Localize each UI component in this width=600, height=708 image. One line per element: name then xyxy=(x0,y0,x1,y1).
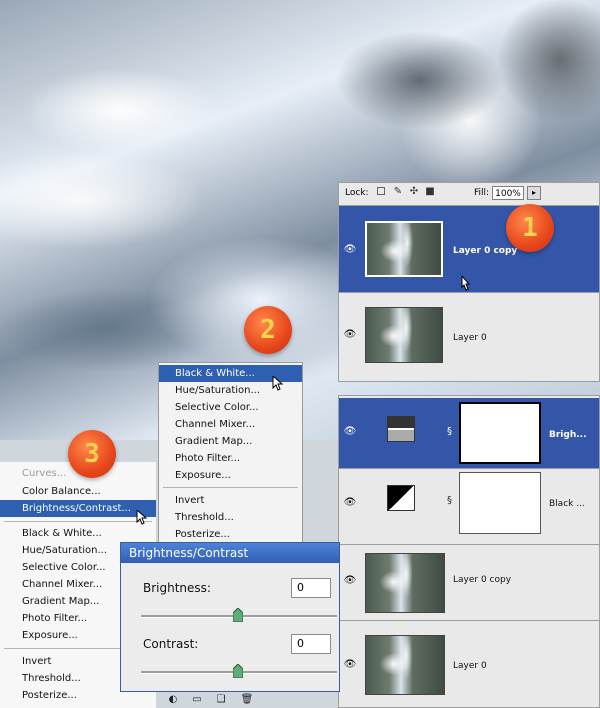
new-layer-icon[interactable]: ❑ xyxy=(214,693,228,706)
fill-arrow-icon[interactable]: ▸ xyxy=(527,186,541,200)
layers-panel-bottom: 👁 § Brigh... 👁 § Black ... 👁 Layer 0 cop… xyxy=(338,395,600,708)
menu-item[interactable]: Gradient Map... xyxy=(159,433,302,450)
callout-badge: 3 xyxy=(68,430,116,478)
lock-move-icon[interactable]: ✣ xyxy=(409,187,419,197)
layer-thumbnail xyxy=(365,553,445,613)
brightness-label: Brightness: xyxy=(143,581,211,595)
dialog-title[interactable]: Brightness/Contrast xyxy=(121,543,339,563)
lock-all-icon[interactable]: ■ xyxy=(425,187,435,197)
contrast-slider-thumb[interactable] xyxy=(233,664,243,678)
layer-name: Layer 0 copy xyxy=(453,246,518,256)
eye-icon[interactable]: 👁 xyxy=(343,497,357,509)
brightness-input[interactable]: 0 xyxy=(291,578,331,598)
layer-name: Layer 0 xyxy=(453,661,487,671)
adjustment-layer-icon xyxy=(387,485,415,511)
eye-icon[interactable]: 👁 xyxy=(343,575,357,587)
layer-thumbnail xyxy=(365,635,445,695)
lock-label: Lock: xyxy=(345,188,369,198)
eye-icon[interactable]: 👁 xyxy=(343,659,357,671)
contrast-input[interactable]: 0 xyxy=(291,634,331,654)
menu-item[interactable]: Selective Color... xyxy=(159,399,302,416)
menu-item[interactable]: Color Balance... xyxy=(0,483,156,500)
layer-row[interactable]: 👁 Layer 0 xyxy=(339,620,599,707)
callout-badge: 2 xyxy=(244,306,292,354)
chain-icon[interactable]: § xyxy=(447,495,455,507)
lock-transparent-icon[interactable] xyxy=(377,187,385,195)
menu-item[interactable]: Threshold... xyxy=(159,509,302,526)
adjustment-layer-icon xyxy=(387,416,415,442)
pointer-icon xyxy=(461,276,471,291)
layer-row[interactable]: 👁 § Brigh... xyxy=(339,398,599,468)
layer-mask xyxy=(459,402,541,464)
menu-item[interactable]: Black & White... xyxy=(0,525,156,542)
menu-separator xyxy=(4,521,152,522)
pointer-icon xyxy=(136,510,148,525)
layer-thumbnail xyxy=(365,221,443,277)
chain-icon[interactable]: § xyxy=(447,426,455,438)
layer-name: Black ... xyxy=(549,499,585,509)
contrast-label: Contrast: xyxy=(143,637,199,651)
callout-badge: 1 xyxy=(506,204,554,252)
layer-thumbnail xyxy=(365,307,443,363)
menu-item[interactable]: Photo Filter... xyxy=(159,450,302,467)
menu-item[interactable]: Invert xyxy=(159,492,302,509)
eye-icon[interactable]: 👁 xyxy=(343,329,357,341)
eye-icon[interactable]: 👁 xyxy=(343,244,357,256)
lock-bar: Lock: ✎ ✣ ■ Fill: 100% ▸ xyxy=(339,183,599,205)
fill-input[interactable]: 100% xyxy=(492,186,524,200)
layer-name: Brigh... xyxy=(549,430,587,440)
pointer-icon xyxy=(272,376,284,391)
layer-name: Layer 0 copy xyxy=(453,575,512,585)
layer-row[interactable]: 👁 Layer 0 xyxy=(339,292,599,381)
adjustment-layer-icon[interactable]: ◐ xyxy=(166,693,180,706)
folder-icon[interactable]: ▭ xyxy=(190,693,204,706)
layer-row[interactable]: 👁 Layer 0 copy xyxy=(339,544,599,620)
menu-item[interactable]: Exposure... xyxy=(159,467,302,484)
lock-brush-icon[interactable]: ✎ xyxy=(393,187,403,197)
menu-separator xyxy=(163,487,298,488)
menu-item[interactable]: Channel Mixer... xyxy=(159,416,302,433)
brightness-contrast-dialog: Brightness/Contrast Brightness: 0 Contra… xyxy=(120,542,340,692)
trash-icon[interactable]: 🗑 xyxy=(240,693,254,706)
eye-icon[interactable]: 👁 xyxy=(343,426,357,438)
menu-item[interactable]: Posterize... xyxy=(159,526,302,543)
fill-label: Fill: xyxy=(474,188,490,198)
layer-row[interactable]: 👁 § Black ... xyxy=(339,468,599,544)
layer-mask xyxy=(459,472,541,534)
layer-name: Layer 0 xyxy=(453,333,487,343)
menu-item[interactable]: Brightness/Contrast... xyxy=(0,500,156,517)
brightness-slider-thumb[interactable] xyxy=(233,608,243,622)
